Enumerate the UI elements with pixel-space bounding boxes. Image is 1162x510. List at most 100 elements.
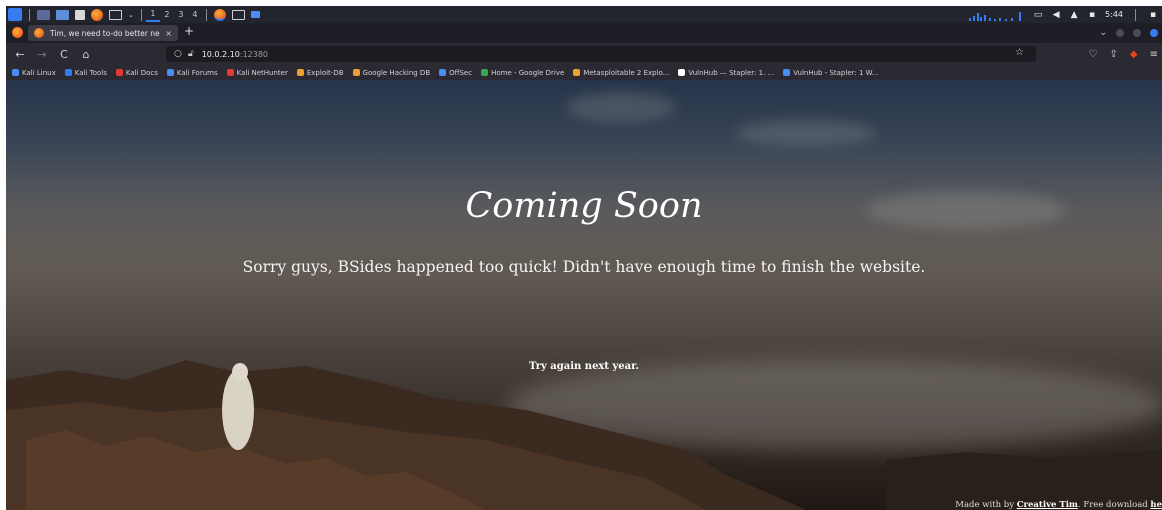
window-maximize-icon[interactable] <box>1133 29 1141 37</box>
window-minimize-icon[interactable] <box>1116 29 1124 37</box>
bookmark-item[interactable]: Exploit-DB <box>296 68 344 77</box>
tab-close-icon[interactable]: × <box>165 29 172 38</box>
panel-separator <box>29 8 30 21</box>
vm-window-icon[interactable] <box>250 11 260 18</box>
lock-screen-icon[interactable]: ▪ <box>1148 10 1158 20</box>
panel-clock[interactable]: 5:44 <box>1105 10 1123 19</box>
bookmark-favicon-icon <box>783 69 791 76</box>
workspace-4[interactable]: 4 <box>188 9 202 21</box>
page-title: Coming Soon <box>465 186 703 226</box>
url-bar[interactable]: ○ 🔓︎ 10.0.2.10:12380 ☆ <box>166 46 1036 62</box>
share-icon[interactable]: ⇪ <box>1110 49 1118 60</box>
file-manager-icon[interactable] <box>56 9 69 20</box>
panel-separator <box>205 8 207 21</box>
tab-title: Tim, we need to-do better ne <box>50 28 160 38</box>
bookmark-favicon-icon <box>352 69 360 76</box>
bookmark-label: Kali Linux <box>22 68 56 77</box>
download-link[interactable]: he <box>1150 500 1162 510</box>
menu-hamburger-icon[interactable]: ≡ <box>1150 49 1158 60</box>
workspace-2[interactable]: 2 <box>160 9 174 21</box>
system-panel: ⌄ 1 2 3 4 ▭ ◀ ▲ ▪ 5:44 ▪ <box>6 6 1162 23</box>
insecure-lock-icon[interactable]: 🔓︎ <box>188 49 194 59</box>
chevron-down-icon[interactable]: ⌄ <box>128 9 134 21</box>
bookmark-label: Kali Tools <box>74 68 107 77</box>
bookmark-favicon-icon <box>12 69 19 76</box>
home-button[interactable]: ⌂ <box>78 48 94 61</box>
browser-nav-bar: ← → C ⌂ ○ 🔓︎ 10.0.2.10:12380 ☆ ♡ ⇪ ◆ ≡ <box>6 43 1162 65</box>
bookmark-favicon-icon <box>226 69 234 76</box>
reload-button[interactable]: C <box>56 48 72 61</box>
workspace-1[interactable]: 1 <box>145 8 160 22</box>
bookmark-item[interactable]: Kali Forums <box>166 68 218 77</box>
bookmark-label: Kali Docs <box>125 68 158 77</box>
page-footer: Made with by Creative Tim. Free download… <box>955 500 1162 510</box>
page-subtitle: Sorry guys, BSides happened too quick! D… <box>242 258 926 276</box>
notification-bell-icon[interactable]: ▲ <box>1069 10 1079 20</box>
panel-separator <box>1135 8 1136 21</box>
pocket-icon[interactable]: ♡ <box>1089 49 1098 60</box>
url-text: 10.0.2.10:12380 <box>202 50 268 59</box>
screen: ⌄ 1 2 3 4 ▭ ◀ ▲ ▪ 5:44 ▪ Tim, we need to… <box>6 6 1162 510</box>
bookmark-favicon-icon <box>439 69 447 76</box>
bookmark-item[interactable]: Kali Tools <box>64 68 107 77</box>
bookmark-item[interactable]: Kali NetHunter <box>226 68 288 77</box>
browser-tab[interactable]: Tim, we need to-do better ne × <box>28 25 178 41</box>
list-tabs-chevron-icon[interactable]: ⌄ <box>1099 28 1107 38</box>
volume-icon[interactable]: ◀ <box>1051 10 1061 20</box>
firefox-launcher-icon[interactable] <box>91 8 103 21</box>
firefox-app-icon <box>12 27 23 38</box>
terminal-window-icon[interactable] <box>231 9 245 20</box>
bookmarks-toolbar: Kali Linux Kali Tools Kali Docs Kali Forums… <box>6 65 1162 80</box>
bookmark-label: Exploit-DB <box>306 68 344 77</box>
bookmark-item[interactable]: VulnHub - Stapler: 1 W... <box>783 69 878 77</box>
url-port: :12380 <box>239 49 269 59</box>
window-close-icon[interactable] <box>1150 29 1158 37</box>
bookmark-item[interactable]: Kali Linux <box>12 69 56 77</box>
robed-figure-shape <box>222 370 254 450</box>
bookmark-star-icon[interactable]: ☆ <box>1015 47 1024 58</box>
bookmark-favicon-icon <box>481 69 489 76</box>
bookmark-label: Google Hacking DB <box>362 68 431 77</box>
bookmark-label: VulnHub - Stapler: 1 W... <box>793 68 879 77</box>
bookmark-favicon-icon <box>296 69 304 76</box>
text-editor-icon[interactable] <box>75 9 85 20</box>
footer-prefix: Made with by <box>955 500 1017 510</box>
bookmark-item[interactable]: Kali Docs <box>115 68 158 77</box>
bookmark-label: Kali NetHunter <box>236 68 288 77</box>
battery-lock-icon[interactable]: ▪ <box>1087 10 1097 20</box>
page-tagline: Try again next year. <box>529 361 639 372</box>
new-tab-button[interactable]: + <box>184 24 194 38</box>
extension-icon[interactable]: ◆ <box>1130 49 1138 60</box>
bookmark-favicon-icon <box>64 69 72 76</box>
bookmark-label: Kali Forums <box>176 68 218 77</box>
browser-tab-bar: Tim, we need to-do better ne × + ⌄ <box>6 23 1162 43</box>
back-button[interactable]: ← <box>12 48 28 61</box>
forward-button[interactable]: → <box>34 48 50 61</box>
kali-menu-icon[interactable] <box>8 8 22 21</box>
bookmark-favicon-icon <box>678 69 686 76</box>
creative-tim-link[interactable]: Creative Tim <box>1017 500 1078 510</box>
url-host: 10.0.2.10 <box>201 49 240 59</box>
tab-favicon-icon <box>34 28 44 38</box>
firefox-window-icon[interactable] <box>213 8 226 21</box>
page-viewport: Coming Soon Sorry guys, BSides happened … <box>6 80 1162 510</box>
bookmark-item[interactable]: OffSec <box>439 69 472 77</box>
bookmark-item[interactable]: VulnHub — Stapler: 1. ... <box>678 69 774 77</box>
bookmark-favicon-icon <box>115 69 123 76</box>
bookmark-favicon-icon <box>573 69 581 76</box>
bookmark-item[interactable]: Home - Google Drive <box>481 69 564 77</box>
workspace-3[interactable]: 3 <box>174 9 188 21</box>
bookmark-label: VulnHub — Stapler: 1. ... <box>688 68 775 77</box>
cpu-graph <box>963 9 1025 21</box>
display-icon[interactable]: ▭ <box>1033 10 1043 20</box>
footer-mid: . Free download <box>1077 500 1151 510</box>
shield-icon[interactable]: ○ <box>174 49 182 59</box>
show-desktop-icon[interactable] <box>37 9 50 20</box>
bookmark-label: Home - Google Drive <box>491 68 565 77</box>
bookmark-item[interactable]: Metasploitable 2 Explo... <box>573 69 669 77</box>
terminal-launcher-icon[interactable] <box>109 9 122 20</box>
bookmark-label: OffSec <box>449 68 473 77</box>
bookmark-item[interactable]: Google Hacking DB <box>352 68 431 77</box>
bookmark-favicon-icon <box>166 69 174 76</box>
panel-separator <box>140 8 142 21</box>
